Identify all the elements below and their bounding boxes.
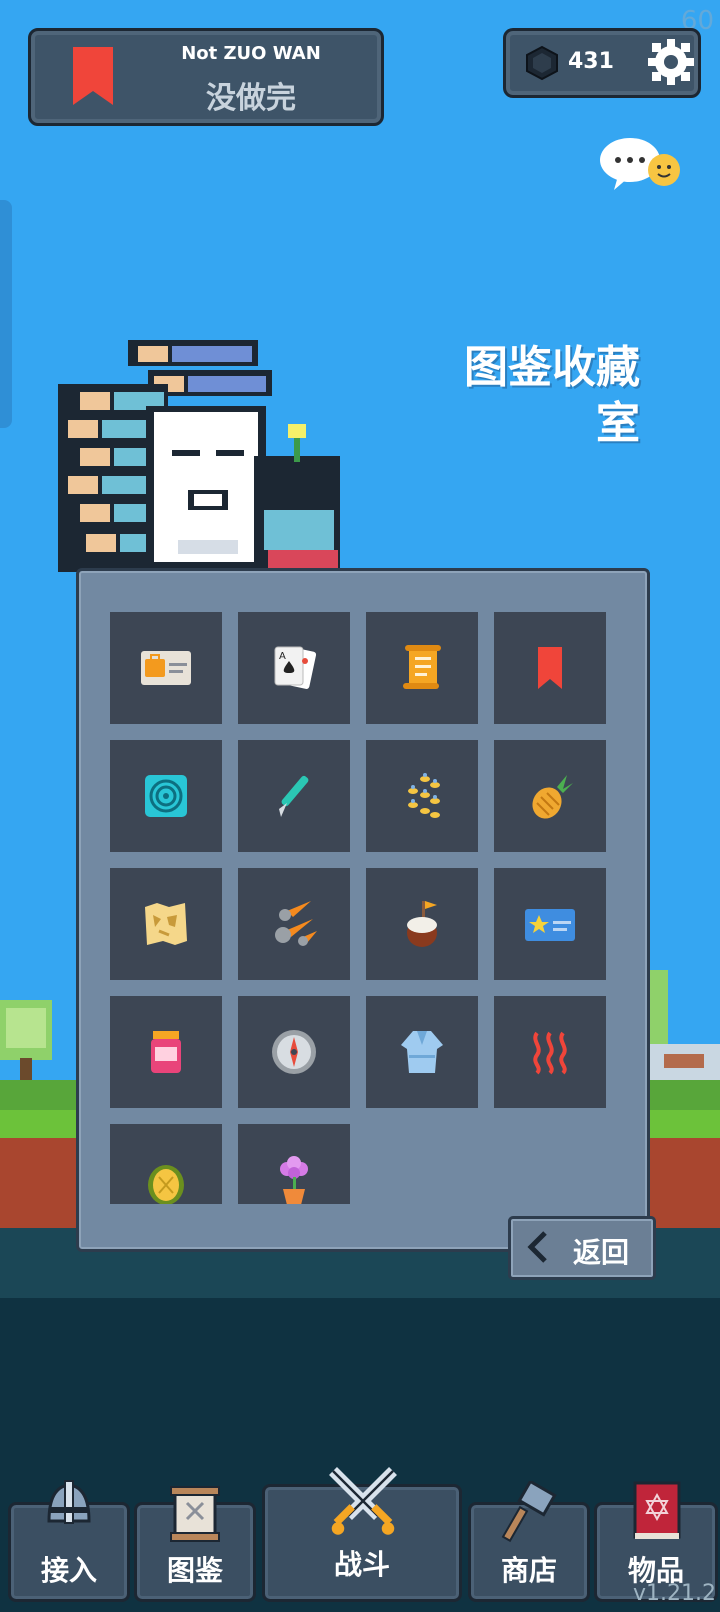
room-title-line2: 室 [596, 398, 640, 449]
collection-grid[interactable]: A [110, 612, 612, 1204]
collection-slot[interactable] [110, 612, 222, 724]
room-title: 图鉴收藏 室 [440, 340, 640, 452]
helmet-icon [47, 1480, 91, 1524]
briefcase-card-icon [141, 651, 191, 685]
tree-left-decoration [0, 1000, 80, 1110]
meteors-icon [275, 901, 317, 946]
spiral-target-icon [145, 775, 187, 817]
nav-join-label: 接入 [40, 1554, 97, 1587]
scroll-codex-icon [170, 1486, 220, 1542]
version-label: v1.21.2 [633, 1581, 716, 1606]
red-bookmark-icon [538, 647, 562, 689]
bathrobe-icon [401, 1031, 443, 1073]
collection-slot[interactable] [494, 740, 606, 852]
potted-flower-icon [280, 1156, 308, 1204]
nav-codex-button[interactable]: 图鉴 [134, 1486, 256, 1602]
side-drawer-tab[interactable] [0, 200, 12, 428]
collection-slot[interactable] [110, 996, 222, 1108]
scroll-icon [403, 645, 441, 689]
svg-text:A: A [279, 651, 286, 662]
crossed-swords-icon [329, 1467, 397, 1535]
bee-swarm-icon [408, 773, 440, 818]
durian-icon [148, 1165, 184, 1204]
tree-right-decoration [646, 970, 720, 1110]
level-title-panel[interactable]: Not ZUO WAN 没做完 [28, 28, 384, 126]
nav-join-button[interactable]: 接入 [8, 1480, 130, 1602]
title-english: Not ZUO WAN [181, 43, 321, 64]
star-card-icon [525, 909, 575, 941]
scalpel-icon [279, 775, 309, 817]
collection-slot[interactable] [494, 996, 606, 1108]
nav-battle-label: 战斗 [333, 1548, 390, 1581]
collection-slot[interactable] [366, 996, 478, 1108]
jam-jar-icon [151, 1031, 181, 1073]
back-button-label: 返回 [573, 1236, 630, 1269]
collection-slot[interactable] [110, 868, 222, 980]
character-sprite [58, 340, 340, 572]
spellbook-icon [633, 1481, 681, 1539]
chevron-left-icon [527, 1231, 547, 1263]
collection-slot[interactable] [238, 996, 350, 1108]
chat-emoji-icon[interactable] [600, 136, 682, 196]
collection-slot[interactable] [366, 868, 478, 980]
nav-shop-label: 商店 [500, 1554, 557, 1587]
cake-flag-icon [407, 901, 437, 947]
compass-icon [272, 1030, 316, 1074]
nav-battle-button[interactable]: 战斗 [262, 1467, 462, 1602]
collection-slot[interactable] [238, 740, 350, 852]
collection-slot[interactable] [366, 740, 478, 852]
playing-cards-icon: A [274, 646, 317, 689]
collection-slot[interactable] [494, 612, 606, 724]
collection-slot[interactable] [366, 612, 478, 724]
title-chinese: 没做完 [206, 81, 296, 116]
gear-icon[interactable] [646, 37, 696, 87]
collection-slot[interactable] [110, 1124, 222, 1204]
collection-slot[interactable] [110, 740, 222, 852]
collection-slot[interactable] [238, 868, 350, 980]
collection-slot[interactable]: A [238, 612, 350, 724]
gem-count: 431 [568, 49, 614, 74]
gem-icon [526, 45, 558, 81]
hammer-icon [501, 1481, 557, 1543]
bookmark-icon [73, 47, 113, 105]
heat-waves-icon [533, 1031, 567, 1075]
collection-slot[interactable] [238, 1124, 350, 1204]
treasure-map-icon [145, 903, 187, 945]
collection-slot[interactable] [494, 868, 606, 980]
nav-codex-label: 图鉴 [166, 1554, 223, 1587]
currency-panel: 431 [503, 28, 701, 98]
back-button[interactable]: 返回 [508, 1216, 656, 1280]
room-title-line1: 图鉴收藏 [464, 342, 640, 393]
pineapple-icon [532, 775, 573, 819]
nav-shop-button[interactable]: 商店 [468, 1481, 590, 1602]
